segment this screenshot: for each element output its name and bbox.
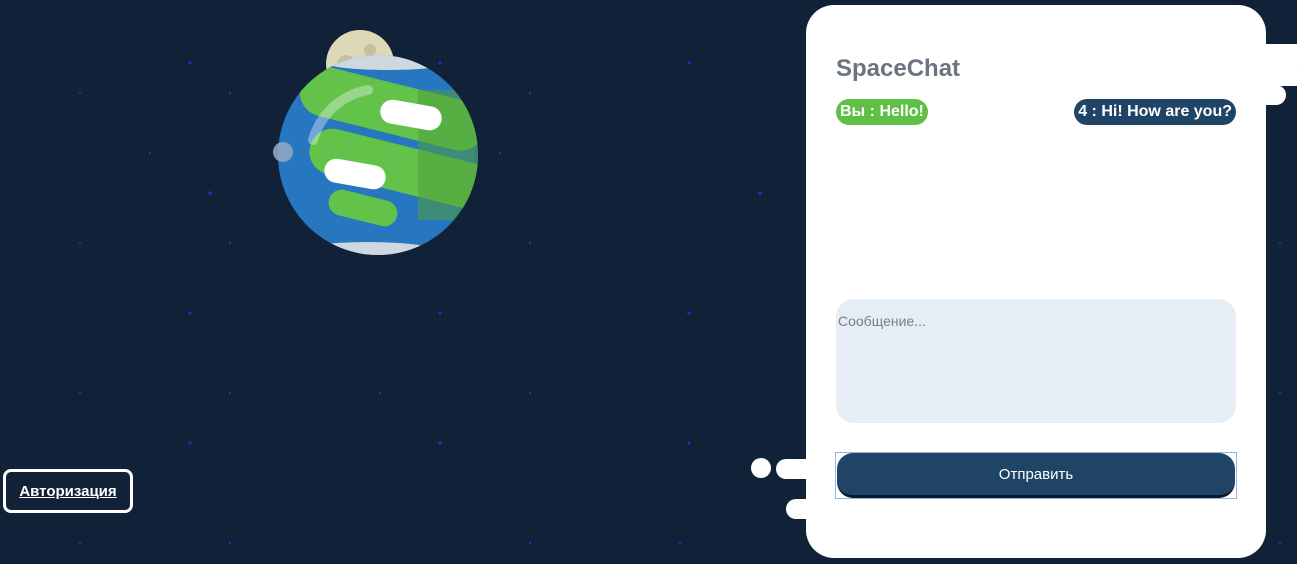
chat-panel: SpaceChat Вы : Hello! 4 : Hi! How are yo… — [806, 5, 1266, 558]
message-own: Вы : Hello! — [836, 99, 928, 125]
message-other: 4 : Hi! How are you? — [1074, 99, 1236, 125]
app-title: SpaceChat — [836, 55, 961, 82]
message-input[interactable] — [836, 299, 1236, 423]
send-button-focus-outline: Отправить — [835, 452, 1237, 499]
send-button[interactable]: Отправить — [837, 453, 1235, 498]
authorization-link[interactable]: Авторизация — [3, 469, 133, 513]
earth-planet-illustration — [273, 30, 478, 255]
